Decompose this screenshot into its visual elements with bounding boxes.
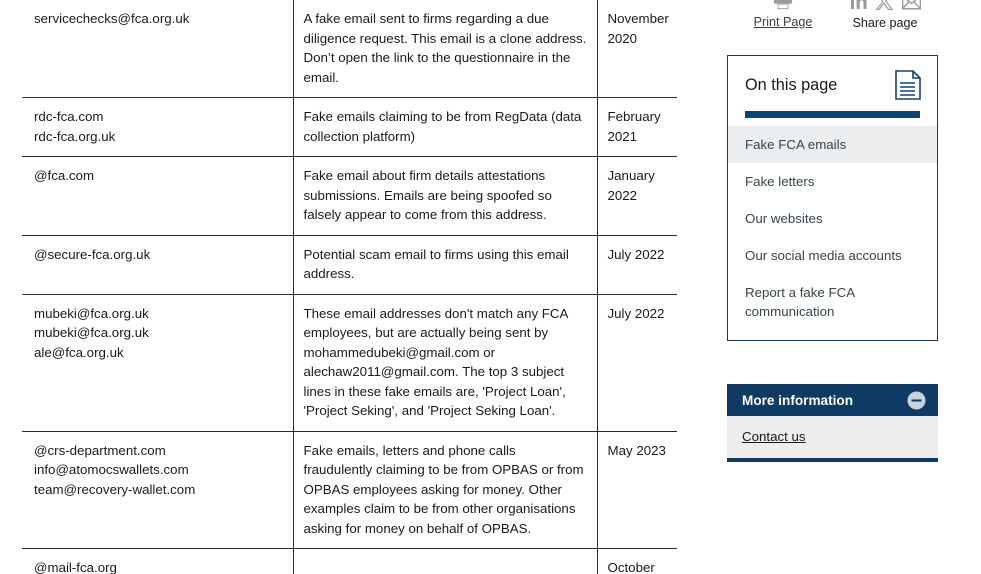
table-cell-date: July 2022 bbox=[597, 234, 677, 295]
on-this-page-item-fake-fca-emails[interactable]: Fake FCA emails bbox=[728, 126, 937, 163]
more-information-title: More information bbox=[742, 392, 854, 408]
table-body: servicechecks@fca.org.uk A fake email se… bbox=[22, 0, 677, 574]
email-icon[interactable] bbox=[901, 0, 921, 10]
email-address: rdc-fca.org.uk bbox=[34, 128, 116, 144]
table-cell-description: Fake emails, letters and phone calls fra… bbox=[293, 430, 598, 549]
more-information-body: Contact us bbox=[727, 416, 938, 462]
linkedin-icon[interactable] bbox=[850, 0, 867, 10]
printer-icon bbox=[773, 0, 793, 10]
table-cell-description: Potential scam email to firms using this… bbox=[293, 234, 598, 295]
email-address: info@atomocswallets.com bbox=[34, 462, 189, 477]
collapse-minus-icon[interactable] bbox=[907, 391, 926, 410]
table-cell-addresses: mubeki@fca.org.uk mubeki@fca.org.uk ale@… bbox=[22, 293, 294, 432]
table-cell-date: July 2022 bbox=[597, 293, 677, 432]
table-cell-addresses: @secure-fca.org.uk bbox=[22, 234, 294, 295]
email-address: rdc-fca.com bbox=[34, 109, 104, 124]
table-cell-date: February 2021 bbox=[597, 97, 677, 157]
table-row: @secure-fca.org.uk Potential scam email … bbox=[22, 234, 677, 295]
table-cell-date: November 2020 bbox=[597, 0, 677, 98]
share-page-label: Share page bbox=[852, 16, 918, 30]
print-page-label[interactable]: Print Page bbox=[754, 15, 813, 29]
table-cell-date: January 2022 bbox=[597, 156, 677, 236]
table-row: mubeki@fca.org.uk mubeki@fca.org.uk ale@… bbox=[22, 293, 677, 432]
scam-emails-table: servicechecks@fca.org.uk A fake email se… bbox=[22, 0, 677, 574]
email-address: servicechecks@fca.org.uk bbox=[34, 11, 190, 26]
table-cell-addresses: servicechecks@fca.org.uk bbox=[22, 0, 294, 98]
table-row: @mail-fca.org October 2024 bbox=[22, 548, 677, 574]
email-address: mubeki@fca.org.uk bbox=[34, 325, 149, 340]
email-address: mubeki@fca.org.uk bbox=[34, 305, 149, 321]
table-row: @fca.com Fake email about firm details a… bbox=[22, 156, 677, 236]
scam-emails-table-container: servicechecks@fca.org.uk A fake email se… bbox=[22, 0, 677, 574]
contact-us-link[interactable]: Contact us bbox=[742, 429, 806, 444]
table-cell-description: Fake email about firm details attestatio… bbox=[293, 156, 598, 236]
table-cell-description: A fake email sent to firms regarding a d… bbox=[293, 0, 598, 98]
email-address: @fca.com bbox=[34, 168, 95, 183]
email-address: ale@fca.org.uk bbox=[34, 344, 124, 360]
document-icon bbox=[895, 70, 921, 100]
on-this-page-item-fake-letters[interactable]: Fake letters bbox=[728, 163, 937, 200]
on-this-page-item-our-social-media-accounts[interactable]: Our social media accounts bbox=[728, 237, 937, 274]
table-cell-description bbox=[293, 548, 598, 574]
email-address: team@recovery-wallet.com bbox=[34, 481, 196, 497]
on-this-page-list: Fake FCA emails Fake letters Our website… bbox=[728, 118, 937, 340]
email-address: @crs-department.com bbox=[34, 442, 166, 458]
print-page-action[interactable]: Print Page bbox=[743, 0, 823, 31]
table-row: servicechecks@fca.org.uk A fake email se… bbox=[22, 0, 677, 98]
on-this-page-underline bbox=[745, 111, 920, 118]
table-row: @crs-department.com info@atomocswallets.… bbox=[22, 430, 677, 549]
more-information-section: More information Contact us bbox=[727, 384, 938, 462]
table-cell-addresses: rdc-fca.com rdc-fca.org.uk bbox=[22, 97, 294, 157]
table-row: rdc-fca.com rdc-fca.org.uk Fake emails c… bbox=[22, 97, 677, 157]
email-address: @secure-fca.org.uk bbox=[34, 246, 151, 262]
x-twitter-icon[interactable] bbox=[875, 0, 893, 10]
on-this-page-header: On this page bbox=[728, 56, 937, 100]
table-cell-description: Fake emails claiming to be from RegData … bbox=[293, 97, 598, 157]
table-cell-addresses: @crs-department.com info@atomocswallets.… bbox=[22, 430, 294, 549]
page-actions-row: Print Page Share page bbox=[727, 0, 938, 48]
on-this-page-panel: On this page Fake FCA emails Fake letter… bbox=[727, 55, 938, 341]
share-page-action: Share page bbox=[832, 0, 938, 32]
table-cell-date: May 2023 bbox=[597, 430, 677, 549]
on-this-page-title: On this page bbox=[745, 75, 838, 94]
share-icons-group bbox=[832, 0, 938, 10]
table-cell-date: October 2024 bbox=[597, 548, 677, 574]
email-address: @mail-fca.org bbox=[34, 560, 117, 574]
on-this-page-item-report-a-fake-fca-communication[interactable]: Report a fake FCA communication bbox=[728, 274, 937, 330]
table-cell-addresses: @mail-fca.org bbox=[22, 548, 294, 574]
more-information-header[interactable]: More information bbox=[727, 384, 938, 416]
on-this-page-item-our-websites[interactable]: Our websites bbox=[728, 200, 937, 237]
table-cell-description: These email addresses don't match any FC… bbox=[293, 293, 598, 432]
page-root: servicechecks@fca.org.uk A fake email se… bbox=[0, 0, 981, 574]
table-cell-addresses: @fca.com bbox=[22, 156, 294, 236]
